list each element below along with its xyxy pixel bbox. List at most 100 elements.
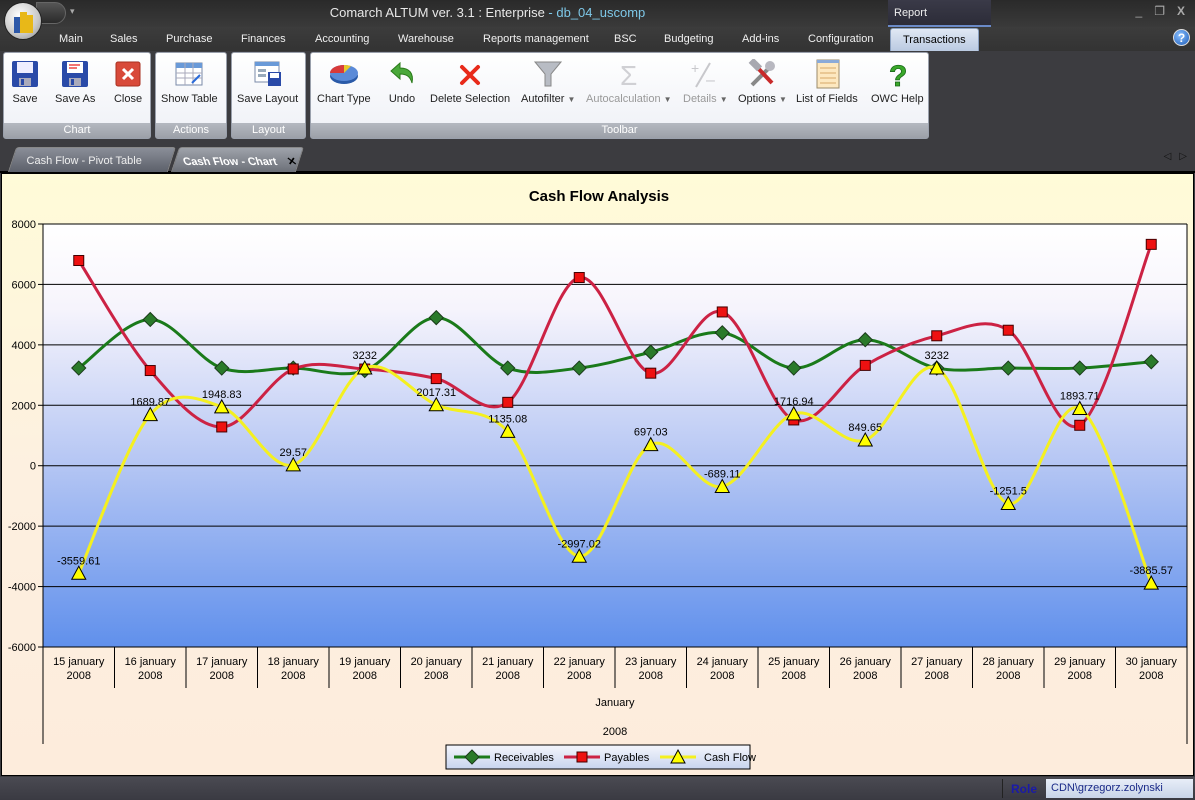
tab-transactions[interactable]: Transactions: [890, 28, 979, 52]
tab-reports-management[interactable]: Reports management: [483, 33, 589, 45]
x-tick-label: 2008: [782, 670, 806, 682]
undo-button[interactable]: Undo: [387, 59, 417, 105]
owc-help-label: OWC Help: [871, 93, 924, 105]
show-table-button[interactable]: Show Table: [161, 59, 218, 105]
x-tick-label: 20 january: [411, 656, 463, 668]
data-point-payables[interactable]: [216, 421, 228, 433]
help-icon[interactable]: ?: [1173, 29, 1190, 46]
y-tick-label: 0: [30, 461, 36, 473]
svg-text:+: +: [691, 60, 699, 76]
options-label: Options: [738, 93, 776, 105]
data-point-payables[interactable]: [645, 367, 657, 379]
line-chart[interactable]: Cash Flow Analysis -6000 -4000 -2000 0 2000 4…: [2, 174, 1195, 777]
chart-type-label: Chart Type: [317, 93, 371, 105]
tab-finances[interactable]: Finances: [241, 33, 286, 45]
x-tick-label: 16 january: [125, 656, 177, 668]
ribbon-group-actions: Show Table Actions: [155, 52, 227, 139]
tab-budgeting[interactable]: Budgeting: [664, 33, 714, 45]
x-tick-label: 2008: [281, 670, 305, 682]
data-point-payables[interactable]: [1145, 238, 1157, 250]
legend-marker-payables[interactable]: [576, 751, 588, 763]
doc-tab-pivot-table[interactable]: Cash Flow - Pivot Table: [7, 147, 177, 172]
y-tick-label: 6000: [12, 279, 36, 291]
undo-arrow-icon: [387, 59, 417, 89]
role-label[interactable]: Role: [1002, 779, 1046, 798]
data-label: -3559.61: [57, 555, 100, 567]
close-button[interactable]: Close: [113, 59, 143, 105]
table-swap-icon: [174, 59, 204, 89]
app-logo-icon[interactable]: [4, 2, 42, 40]
current-user: CDN\grzegorz.zolynski: [1046, 779, 1193, 798]
data-point-payables[interactable]: [573, 272, 585, 284]
x-tick-label: 2008: [1139, 670, 1163, 682]
options-button[interactable]: Options ▼: [738, 57, 787, 105]
ribbon-group-chart: Save Save As Close Chart: [3, 52, 151, 139]
ribbon: Save Save As Close Chart Show Table Acti…: [0, 51, 1195, 142]
data-point-payables[interactable]: [502, 396, 514, 408]
group-label-actions: Actions: [156, 123, 226, 138]
chart-type-button[interactable]: Chart Type: [317, 59, 371, 105]
tools-icon: [747, 57, 777, 89]
x-tick-label: 22 january: [554, 656, 606, 668]
legend-label-payables[interactable]: Payables: [604, 752, 650, 764]
minimize-icon[interactable]: _: [1136, 4, 1143, 18]
legend-label-receivables[interactable]: Receivables: [494, 752, 554, 764]
save-as-button[interactable]: Save As: [55, 59, 95, 105]
group-label-layout: Layout: [232, 123, 305, 138]
y-tick-label: -2000: [8, 521, 36, 533]
data-point-payables[interactable]: [287, 363, 299, 375]
autofilter-button[interactable]: Autofilter ▼: [521, 59, 575, 105]
data-label: 697.03: [634, 427, 668, 439]
data-point-payables[interactable]: [931, 330, 943, 342]
tab-warehouse[interactable]: Warehouse: [398, 33, 454, 45]
data-label: -1251.5: [990, 486, 1027, 498]
tab-scroll-right-icon[interactable]: ▷: [1179, 151, 1187, 162]
autocalculation-button[interactable]: Σ Autocalculation ▼: [586, 59, 672, 105]
tab-scroll-left-icon[interactable]: ◁: [1164, 151, 1172, 162]
y-tick-label: -6000: [8, 642, 36, 654]
save-button[interactable]: Save: [10, 59, 40, 105]
chart-panel[interactable]: Cash Flow Analysis -6000 -4000 -2000 0 2000 4…: [1, 173, 1194, 776]
x-tick-label: 2008: [353, 670, 377, 682]
data-point-payables[interactable]: [73, 254, 85, 266]
x-tick-label: 2008: [639, 670, 663, 682]
data-point-payables[interactable]: [144, 365, 156, 377]
show-table-label: Show Table: [161, 93, 218, 105]
question-mark-icon: ?: [882, 59, 912, 94]
data-point-payables[interactable]: [859, 359, 871, 371]
tab-sales[interactable]: Sales: [110, 33, 138, 45]
details-label: Details: [683, 93, 717, 105]
list-of-fields-button[interactable]: List of Fields: [796, 59, 858, 105]
save-label: Save: [12, 93, 38, 105]
plus-minus-icon: + –: [690, 59, 720, 89]
legend-label-cash-flow[interactable]: Cash Flow: [704, 752, 756, 764]
save-layout-button[interactable]: Save Layout: [237, 59, 298, 105]
data-point-payables[interactable]: [1002, 324, 1014, 336]
owc-help-button[interactable]: ? OWC Help: [871, 59, 924, 105]
x-tick-label: 23 january: [625, 656, 677, 668]
delete-selection-button[interactable]: Delete Selection: [430, 59, 510, 105]
field-list-icon: [812, 59, 842, 89]
tab-main[interactable]: Main: [59, 33, 83, 45]
chart-legend: Receivables Payables Cash Flow: [445, 744, 756, 770]
x-tick-label: 25 january: [768, 656, 820, 668]
tab-accounting[interactable]: Accounting: [315, 33, 369, 45]
close-icon[interactable]: X: [1177, 4, 1185, 18]
details-button[interactable]: + – Details ▼: [683, 59, 728, 105]
delete-selection-label: Delete Selection: [430, 93, 511, 105]
funnel-icon: [533, 59, 563, 89]
tab-add-ins[interactable]: Add-ins: [742, 33, 779, 45]
data-point-payables[interactable]: [1074, 419, 1086, 431]
y-tick-label: 2000: [12, 400, 36, 412]
doc-tab-chart[interactable]: Cash Flow - Chart ✕: [170, 147, 305, 172]
tab-purchase[interactable]: Purchase: [166, 33, 212, 45]
data-point-payables[interactable]: [430, 373, 442, 385]
tab-bsc[interactable]: BSC: [614, 33, 637, 45]
group-label-chart: Chart: [4, 123, 150, 138]
ribbon-group-toolbar: Chart Type Undo Delete Selection Autofil…: [310, 52, 929, 139]
close-tab-icon[interactable]: ✕: [285, 155, 298, 168]
restore-icon[interactable]: ❐: [1154, 4, 1165, 18]
tab-configuration[interactable]: Configuration: [808, 33, 873, 45]
data-point-payables[interactable]: [716, 306, 728, 318]
title-separator: -: [544, 5, 557, 20]
